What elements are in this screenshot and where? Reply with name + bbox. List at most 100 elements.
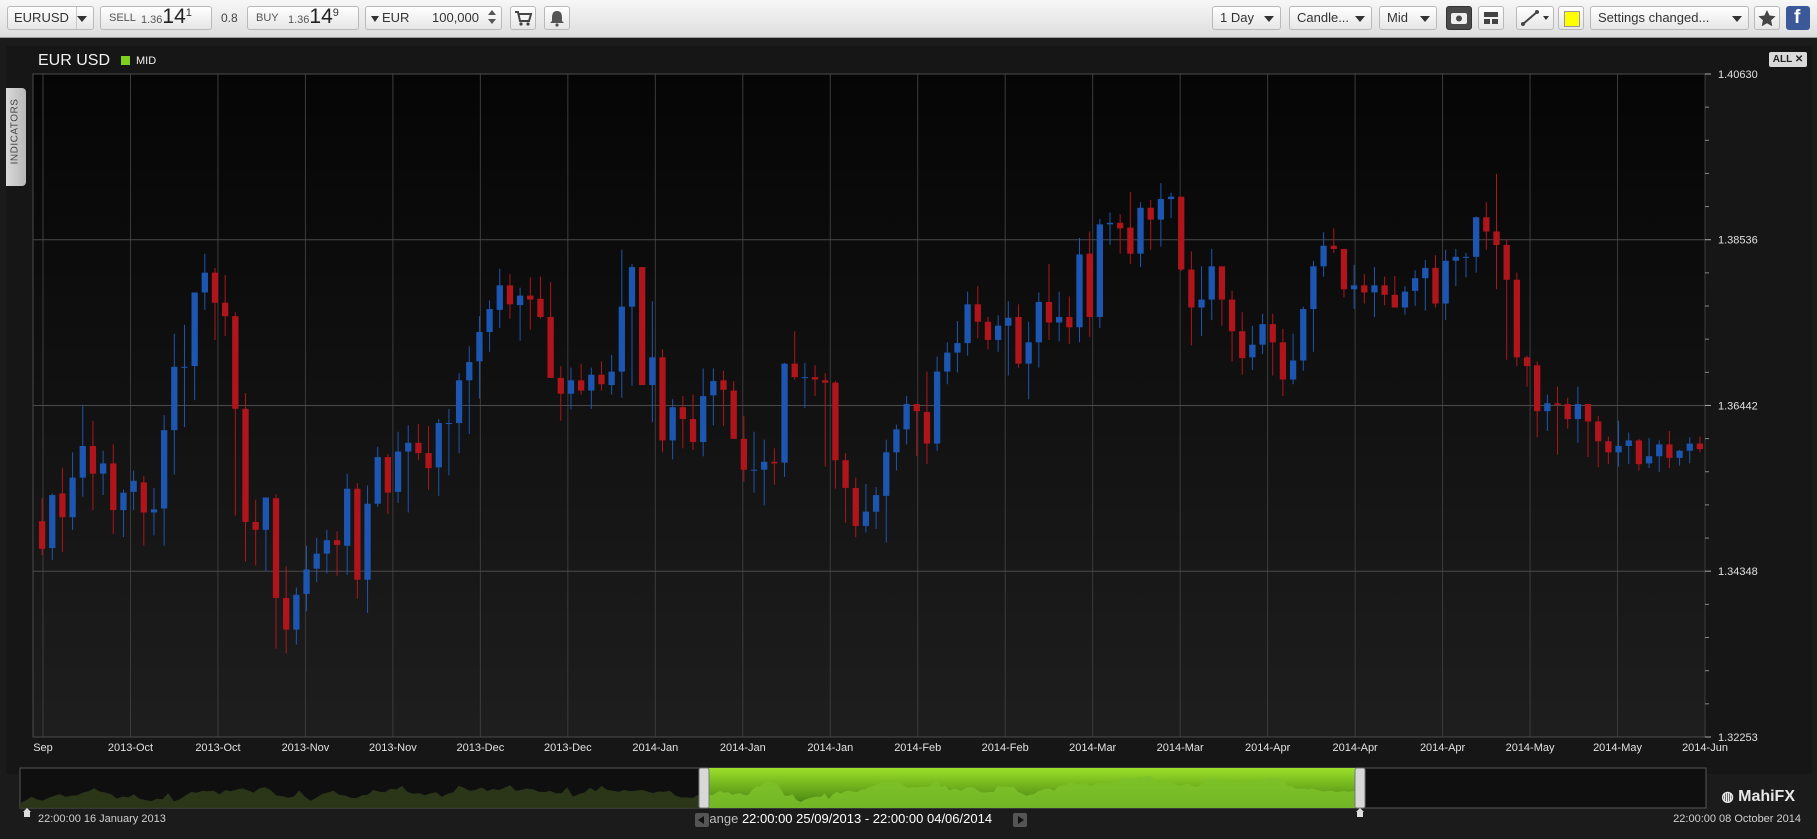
candle-body xyxy=(1452,256,1459,261)
candle-body xyxy=(1279,342,1287,380)
indicators-tab[interactable]: INDICATORS xyxy=(6,88,26,186)
brand-label: MahiFX xyxy=(1738,788,1795,805)
candle-body xyxy=(79,445,86,478)
candle-body xyxy=(923,411,931,444)
candle-body xyxy=(1106,222,1114,225)
candle-body xyxy=(171,366,178,431)
chart-title: EUR USD xyxy=(38,52,111,69)
candle-body xyxy=(1056,316,1063,323)
candle-body xyxy=(639,267,646,386)
mid-label: MID xyxy=(136,55,157,67)
candle-body xyxy=(374,457,381,504)
candle-body xyxy=(567,380,575,394)
mid-badge-icon xyxy=(121,56,130,65)
candle-body xyxy=(557,377,564,394)
candle-body xyxy=(1432,267,1439,304)
candle-body xyxy=(405,442,412,452)
range-prev-button[interactable] xyxy=(695,813,709,827)
candle-body xyxy=(628,267,636,307)
candle-body xyxy=(486,309,493,333)
x-tick-label: 2014-May xyxy=(1506,742,1555,754)
candle-body xyxy=(740,438,748,470)
candle-body xyxy=(893,429,900,453)
candle-body xyxy=(1350,285,1358,290)
candle-body xyxy=(120,492,127,511)
y-tick-label: 1.40630 xyxy=(1718,69,1758,81)
candle-body xyxy=(1208,266,1215,300)
candle-body xyxy=(1035,301,1042,343)
candle-body xyxy=(1066,316,1073,328)
candle-body xyxy=(1340,248,1348,290)
candle-body xyxy=(211,272,219,303)
candle-body xyxy=(1635,440,1643,465)
x-tick-label: 2013-Nov xyxy=(369,742,417,754)
x-tick-label: Sep xyxy=(33,742,53,754)
x-tick-label: 2014-Feb xyxy=(982,742,1029,754)
candle-body xyxy=(1096,224,1103,317)
candle-body xyxy=(527,295,534,300)
candle-body xyxy=(791,363,798,378)
y-tick-label: 1.36442 xyxy=(1718,400,1758,412)
candle-body xyxy=(537,298,544,317)
candle-body xyxy=(730,390,737,439)
candle-body xyxy=(761,461,768,470)
all-button[interactable]: ALL ✕ xyxy=(1769,52,1807,67)
candle-body xyxy=(618,306,625,372)
candle-body xyxy=(822,380,829,383)
candle-body xyxy=(1656,444,1663,457)
candle-body xyxy=(445,423,453,425)
candle-body xyxy=(649,357,656,386)
range-next-button[interactable] xyxy=(1013,813,1027,827)
candle-body xyxy=(1483,217,1490,232)
candle-body xyxy=(1615,445,1622,453)
candle-body xyxy=(1157,199,1165,220)
candle-body xyxy=(781,363,788,463)
x-tick-label: 2013-Dec xyxy=(544,742,592,754)
x-tick-label: 2014-Apr xyxy=(1332,742,1378,754)
x-tick-label: 2014-Mar xyxy=(1069,742,1116,754)
candle-body xyxy=(1696,443,1704,450)
x-tick-label: 2014-Mar xyxy=(1157,742,1204,754)
navigator-left-handle[interactable] xyxy=(698,767,710,809)
candle-body xyxy=(1676,450,1683,458)
candle-body xyxy=(1198,299,1205,308)
candle-body xyxy=(242,408,249,522)
candle-body xyxy=(110,463,117,511)
candle-body xyxy=(283,597,290,630)
candle-body xyxy=(455,380,463,424)
candle-body xyxy=(1178,196,1185,270)
x-tick-label: 2014-Apr xyxy=(1420,742,1466,754)
candle-body xyxy=(272,498,280,598)
candle-body xyxy=(547,316,554,378)
candle-body xyxy=(140,482,147,513)
candle-body xyxy=(944,352,951,372)
candle-body xyxy=(323,540,331,554)
candle-body xyxy=(1269,324,1276,343)
candle-body xyxy=(913,404,920,412)
candle-body xyxy=(1239,331,1246,359)
candle-body xyxy=(1686,443,1693,451)
x-tick-label: 2013-Nov xyxy=(282,742,330,754)
candle-body xyxy=(1371,285,1378,293)
candle-body xyxy=(293,594,300,630)
navigator-right-handle[interactable] xyxy=(1354,767,1366,809)
candle-body xyxy=(1289,360,1297,380)
candle-body xyxy=(130,480,137,492)
brand-logo: ◍ MahiFX xyxy=(1721,788,1795,806)
candle-body xyxy=(99,463,107,474)
candle-body xyxy=(466,362,473,381)
candle-body xyxy=(89,445,97,474)
candle-body xyxy=(1645,456,1653,464)
candle-body xyxy=(1534,365,1541,412)
candle-body xyxy=(516,295,524,306)
candle-body xyxy=(1086,253,1093,317)
candle-body xyxy=(1574,404,1582,420)
candle-body xyxy=(1411,278,1419,291)
candle-body xyxy=(1503,244,1510,280)
candle-body xyxy=(598,374,605,385)
candle-body xyxy=(1605,441,1612,453)
candle-body xyxy=(59,493,66,518)
candle-body xyxy=(1625,440,1632,446)
x-tick-label: 2013-Oct xyxy=(108,742,153,754)
candle-body xyxy=(49,495,56,549)
